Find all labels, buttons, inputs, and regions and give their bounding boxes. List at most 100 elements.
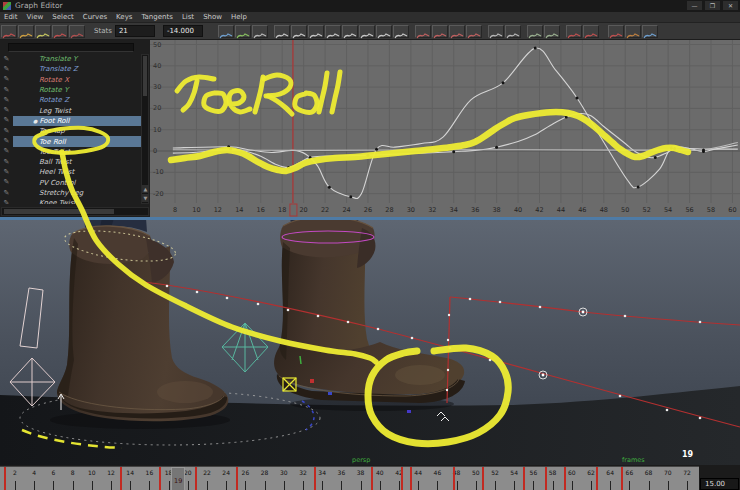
stat-time-field[interactable]: 21	[115, 25, 155, 37]
mute-pencil-icon[interactable]: ✎	[0, 137, 13, 146]
mute-pencil-icon[interactable]: ✎	[0, 75, 13, 84]
channel-knee-twist[interactable]: ✎Knee Twist	[0, 198, 141, 204]
scrollbar-thumb[interactable]	[143, 56, 147, 96]
channel-toe-roll[interactable]: ✎ Toe Roll	[0, 136, 141, 146]
channel-stretchy-leg[interactable]: ✎Stretchy Leg	[0, 188, 141, 198]
mute-pencil-icon[interactable]: ✎	[0, 86, 13, 95]
flat-tangent-icon[interactable]	[325, 25, 341, 38]
step-tangent-icon[interactable]	[342, 25, 358, 38]
buffer-snapshot-icon[interactable]	[415, 25, 431, 38]
unify-tangent-icon[interactable]	[466, 25, 482, 38]
svg-text:20: 20	[153, 104, 161, 112]
linear-tangent-icon[interactable]	[308, 25, 324, 38]
curve-color-icon[interactable]	[625, 25, 641, 38]
mute-pencil-icon[interactable]: ✎	[0, 65, 13, 74]
mute-pencil-icon[interactable]: ✎	[0, 178, 13, 187]
frame-all-icon[interactable]	[218, 25, 234, 38]
default-in-tangent-icon[interactable]	[376, 25, 392, 38]
insert-keys-icon[interactable]	[35, 25, 51, 38]
time-slider-band[interactable]: 2468101214161820222426283032343638404244…	[0, 466, 699, 490]
channel-leg-twist[interactable]: ✎Leg Twist	[0, 105, 141, 115]
post-infinity-icon[interactable]	[544, 25, 560, 38]
svg-text:54: 54	[664, 206, 672, 214]
menu-view[interactable]: View	[23, 13, 49, 21]
break-tangent-icon[interactable]	[449, 25, 465, 38]
channel-rotate-z[interactable]: ✎Rotate Z	[0, 95, 141, 105]
frame-playback-icon[interactable]	[235, 25, 251, 38]
mute-pencil-icon[interactable]: ✎	[0, 158, 13, 167]
channel-translate-y[interactable]: ✎Translate Y	[0, 54, 141, 64]
time-slider[interactable]: 2468101214161820222426283032343638404244…	[0, 465, 740, 490]
graph-editor-titlebar[interactable]: Graph Editor — ❐ ✕	[0, 0, 740, 12]
graph-values-icon[interactable]	[1, 25, 17, 38]
default-out-tangent-icon[interactable]	[393, 25, 409, 38]
channel-translate-z[interactable]: ✎Translate Z	[0, 64, 141, 74]
menu-select[interactable]: Select	[48, 13, 79, 21]
vertical-scrollbar[interactable]: ▲ ▼	[141, 54, 149, 204]
channel-ball-twist[interactable]: ✎Ball Twist	[0, 157, 141, 167]
timeline-frame-label: 26	[242, 469, 250, 476]
scroll-down-button[interactable]: ▼	[142, 194, 149, 202]
mute-pencil-icon[interactable]: ✎	[0, 147, 13, 156]
mute-pencil-icon[interactable]: ✎	[0, 106, 13, 115]
3d-viewport[interactable]: persp frames 19	[0, 220, 740, 465]
region-tool-icon[interactable]	[69, 25, 85, 38]
timeline-tick	[207, 481, 208, 490]
spline-tangent-icon[interactable]	[274, 25, 290, 38]
swap-buffer-icon[interactable]	[432, 25, 448, 38]
mute-pencil-icon[interactable]: ✎	[0, 199, 13, 204]
channel-label: Rotate Y	[39, 86, 68, 94]
channel-heel-twist[interactable]: ✎Heel Twist	[0, 167, 141, 177]
spreadsheet-icon[interactable]	[642, 25, 658, 38]
timeline-tick	[169, 481, 170, 490]
auto-load-icon[interactable]	[566, 25, 582, 38]
scroll-up-button[interactable]: ▲	[142, 185, 149, 193]
center-view-icon[interactable]	[252, 25, 268, 38]
scrollbar-thumb[interactable]	[4, 209, 114, 214]
minimize-button[interactable]: —	[687, 1, 702, 10]
menu-tangents[interactable]: Tangents	[137, 13, 177, 21]
lattice-deform-icon[interactable]	[52, 25, 68, 38]
clamped-tangent-icon[interactable]	[291, 25, 307, 38]
maximize-button[interactable]: ❐	[705, 1, 720, 10]
menu-keys[interactable]: Keys	[112, 13, 137, 21]
window-title: Graph Editor	[15, 2, 63, 10]
menu-curves[interactable]: Curves	[79, 13, 112, 21]
channel-pv-control[interactable]: ✎PV Control	[0, 178, 141, 188]
time-snap-icon[interactable]	[583, 25, 599, 38]
mute-pencil-icon[interactable]: ✎	[0, 168, 13, 177]
current-time-field[interactable]: 15.00	[700, 478, 739, 490]
lock-weight-icon[interactable]	[505, 25, 521, 38]
graph-curve-area[interactable]: 8101214161820222426283032343638404244464…	[150, 40, 740, 217]
channel-rotate-x[interactable]: ✎Rotate X	[0, 75, 141, 85]
menu-edit[interactable]: Edit	[0, 13, 23, 21]
channel-toe-twist[interactable]: ✎Toe Twist	[0, 147, 141, 157]
pre-infinity-icon[interactable]	[527, 25, 543, 38]
mute-pencil-icon[interactable]: ✎	[0, 96, 13, 105]
channel-label: Toe Roll	[39, 138, 66, 146]
timeline-tick	[188, 481, 189, 490]
close-button[interactable]: ✕	[723, 1, 738, 10]
menu-help[interactable]: Help	[227, 13, 252, 21]
mute-pencil-icon[interactable]: ✎	[0, 189, 13, 198]
move-nearest-icon[interactable]	[18, 25, 34, 38]
channel-toe-tap[interactable]: ✎Toe Tap	[0, 126, 141, 136]
channel-foot-roll[interactable]: ✎●Foot Roll	[0, 116, 141, 126]
menu-list[interactable]: List	[178, 13, 199, 21]
menu-show[interactable]: Show	[199, 13, 227, 21]
horizontal-scrollbar[interactable]	[1, 207, 149, 216]
mute-pencil-icon[interactable]: ✎	[0, 116, 13, 125]
value-snap-icon[interactable]	[608, 25, 624, 38]
timeline-tick	[130, 481, 131, 490]
free-weight-icon[interactable]	[488, 25, 504, 38]
mute-pencil-icon[interactable]: ✎	[0, 127, 13, 136]
timeline-tick	[322, 481, 323, 490]
timeline-current-frame[interactable]: 19	[171, 467, 185, 490]
mute-pencil-icon[interactable]: ✎	[0, 55, 13, 64]
stat-value-field[interactable]: -14.000	[163, 25, 203, 37]
channel-filter-field[interactable]	[8, 43, 134, 52]
channel-rotate-y[interactable]: ✎ Rotate Y	[0, 85, 141, 95]
plateau-tangent-icon[interactable]	[359, 25, 375, 38]
svg-text:52: 52	[643, 206, 651, 214]
timeline-keyframe-marker	[564, 467, 566, 490]
